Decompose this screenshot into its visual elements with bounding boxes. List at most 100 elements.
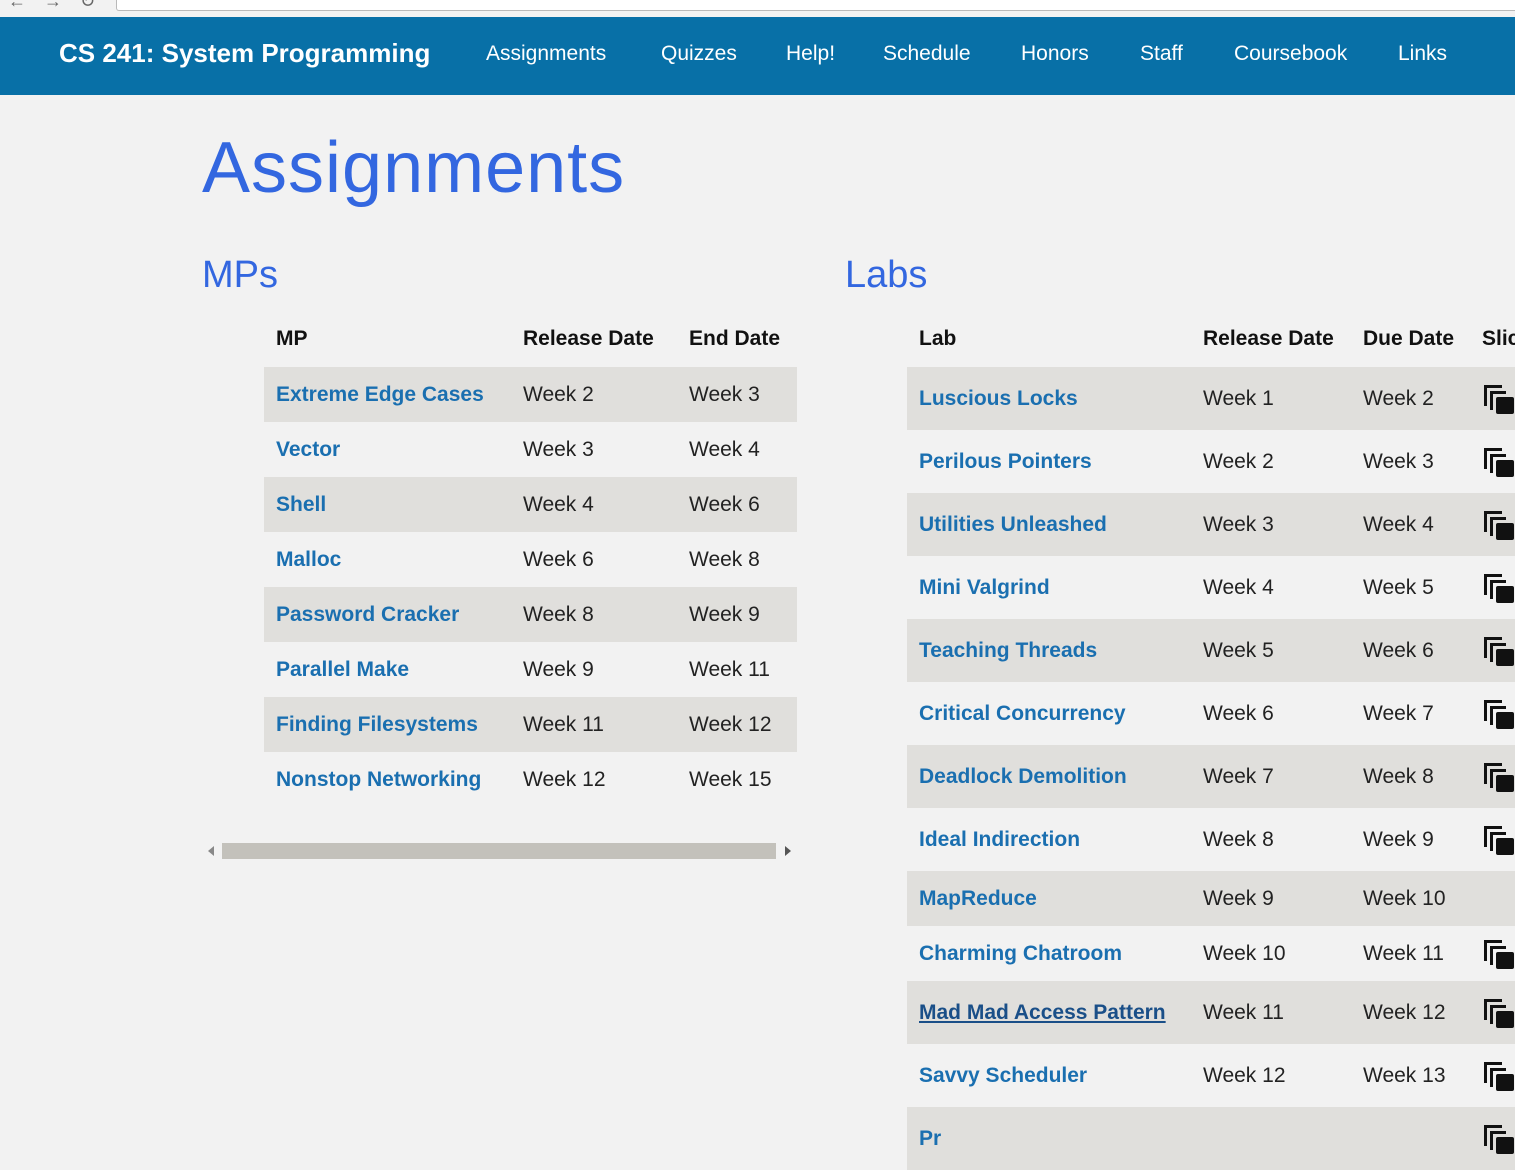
lab-name-cell: Critical Concurrency: [907, 682, 1191, 745]
mp-link-shell[interactable]: Shell: [276, 493, 326, 516]
end-date-cell: Week 9: [677, 587, 797, 642]
lab-link-luscious-locks[interactable]: Luscious Locks: [919, 387, 1078, 410]
scroll-left-arrow-icon[interactable]: [208, 846, 214, 856]
release-date-cell: Week 11: [511, 697, 677, 752]
lab-link-utilities-unleashed[interactable]: Utilities Unleashed: [919, 513, 1107, 536]
table-row: Deadlock Demolition Week 7 Week 8: [907, 745, 1515, 808]
lab-link-savvy-scheduler[interactable]: Savvy Scheduler: [919, 1064, 1087, 1087]
due-date-cell: Week 5: [1363, 575, 1434, 599]
nav-link-quizzes[interactable]: Quizzes: [661, 42, 737, 66]
nav-link-schedule[interactable]: Schedule: [883, 42, 971, 66]
lab-link-mad-mad-access-pattern[interactable]: Mad Mad Access Pattern: [919, 1001, 1166, 1024]
nav-link-help[interactable]: Help!: [786, 42, 835, 66]
lab-link-charming-chatroom[interactable]: Charming Chatroom: [919, 942, 1122, 965]
end-date-cell: Week 8: [689, 547, 760, 571]
table-row: MapReduce Week 9 Week 10: [907, 871, 1515, 926]
end-date-cell: Week 3: [677, 367, 797, 422]
table-row: Vector Week 3 Week 4: [264, 422, 797, 477]
table-row: Ideal Indirection Week 8 Week 9: [907, 808, 1515, 871]
lab-link-mapreduce[interactable]: MapReduce: [919, 887, 1037, 910]
release-date-cell: Week 5: [1191, 619, 1351, 682]
release-date-cell: Week 4: [1203, 575, 1274, 599]
lab-link-mini-valgrind[interactable]: Mini Valgrind: [919, 576, 1050, 599]
slides-icon[interactable]: [1482, 937, 1514, 969]
slides-icon[interactable]: [1482, 571, 1514, 603]
table-row: Password Cracker Week 8 Week 9: [264, 587, 797, 642]
slides-cell: [1470, 808, 1515, 871]
slides-icon[interactable]: [1482, 996, 1514, 1028]
lab-link-pr[interactable]: Pr: [919, 1127, 941, 1150]
nav-link-links[interactable]: Links: [1398, 42, 1447, 66]
release-date-cell: Week 9: [523, 657, 594, 681]
lab-link-perilous-pointers[interactable]: Perilous Pointers: [919, 450, 1092, 473]
slides-icon[interactable]: [1482, 1122, 1514, 1154]
slides-icon[interactable]: [1482, 634, 1514, 666]
slides-cell: [1470, 981, 1515, 1044]
release-date-cell: Week 2: [1203, 449, 1274, 473]
lab-name-cell: Mad Mad Access Pattern: [907, 981, 1191, 1044]
release-date-cell: Week 11: [1191, 981, 1351, 1044]
table-row: Teaching Threads Week 5 Week 6: [907, 619, 1515, 682]
mps-heading: MPs: [202, 254, 278, 296]
nav-link-honors[interactable]: Honors: [1021, 42, 1089, 66]
due-date-cell: Week 2: [1351, 367, 1470, 430]
slides-icon[interactable]: [1482, 697, 1514, 729]
due-date-cell: Week 3: [1363, 449, 1434, 473]
mp-link-parallel-make[interactable]: Parallel Make: [276, 658, 409, 681]
due-date-cell: Week 8: [1351, 745, 1470, 808]
mp-link-extreme-edge-cases[interactable]: Extreme Edge Cases: [276, 383, 484, 406]
due-date-cell: Week 10: [1351, 871, 1470, 926]
slides-cell: [1470, 871, 1515, 926]
mp-link-nonstop-networking[interactable]: Nonstop Networking: [276, 768, 481, 791]
table-row: Malloc Week 6 Week 8: [264, 532, 797, 587]
mp-name-cell: Nonstop Networking: [264, 752, 511, 807]
slides-icon[interactable]: [1482, 508, 1514, 540]
nav-link-assignments[interactable]: Assignments: [486, 42, 606, 66]
mp-name-cell: Finding Filesystems: [264, 697, 511, 752]
mp-name-cell: Shell: [264, 477, 511, 532]
release-date-cell: Week 7: [1191, 745, 1351, 808]
table-row: Pr: [907, 1107, 1515, 1170]
release-date-cell: Week 10: [1203, 941, 1286, 965]
due-date-cell: Week 4: [1351, 493, 1470, 556]
slides-cell: [1470, 926, 1515, 981]
lab-link-critical-concurrency[interactable]: Critical Concurrency: [919, 702, 1126, 725]
lab-name-cell: Deadlock Demolition: [907, 745, 1191, 808]
mp-link-finding-filesystems[interactable]: Finding Filesystems: [276, 713, 478, 736]
mp-link-malloc[interactable]: Malloc: [276, 548, 341, 571]
table-row: Parallel Make Week 9 Week 11: [264, 642, 797, 697]
release-date-cell: Week 9: [1191, 871, 1351, 926]
scroll-right-arrow-icon[interactable]: [785, 846, 791, 856]
slides-icon[interactable]: [1482, 1059, 1514, 1091]
lab-name-cell: Luscious Locks: [907, 367, 1191, 430]
slides-icon[interactable]: [1482, 445, 1514, 477]
mp-table-horizontal-scrollbar[interactable]: [205, 842, 797, 860]
nav-link-coursebook[interactable]: Coursebook: [1234, 42, 1347, 66]
lab-name-cell: Pr: [907, 1107, 1191, 1170]
column-header-release-date: Release Date: [1203, 327, 1334, 350]
slides-icon[interactable]: [1482, 382, 1514, 414]
slides-cell: [1470, 493, 1515, 556]
lab-link-teaching-threads[interactable]: Teaching Threads: [919, 639, 1097, 662]
mp-link-vector[interactable]: Vector: [276, 438, 340, 461]
slides-icon[interactable]: [1482, 823, 1514, 855]
slides-cell: [1470, 1044, 1515, 1107]
release-date-cell: Week 3: [1191, 493, 1351, 556]
site-brand[interactable]: CS 241: System Programming: [59, 38, 430, 69]
lab-link-ideal-indirection[interactable]: Ideal Indirection: [919, 828, 1080, 851]
slides-icon[interactable]: [1482, 760, 1514, 792]
lab-link-deadlock-demolition[interactable]: Deadlock Demolition: [919, 765, 1127, 788]
slides-cell: [1470, 367, 1515, 430]
slides-cell: [1470, 619, 1515, 682]
nav-link-staff[interactable]: Staff: [1140, 42, 1183, 66]
end-date-cell: Week 4: [689, 437, 760, 461]
lab-name-cell: Teaching Threads: [907, 619, 1191, 682]
mp-link-password-cracker[interactable]: Password Cracker: [276, 603, 459, 626]
table-row: Perilous Pointers Week 2 Week 3: [907, 430, 1515, 493]
scroll-thumb[interactable]: [222, 843, 776, 859]
lab-name-cell: Charming Chatroom: [907, 926, 1191, 981]
table-row: Charming Chatroom Week 10 Week 11: [907, 926, 1515, 981]
address-bar[interactable]: [116, 0, 1515, 11]
release-date-cell: Week 8: [1203, 827, 1274, 851]
browser-nav-icons[interactable]: ←→↻: [8, 0, 113, 12]
